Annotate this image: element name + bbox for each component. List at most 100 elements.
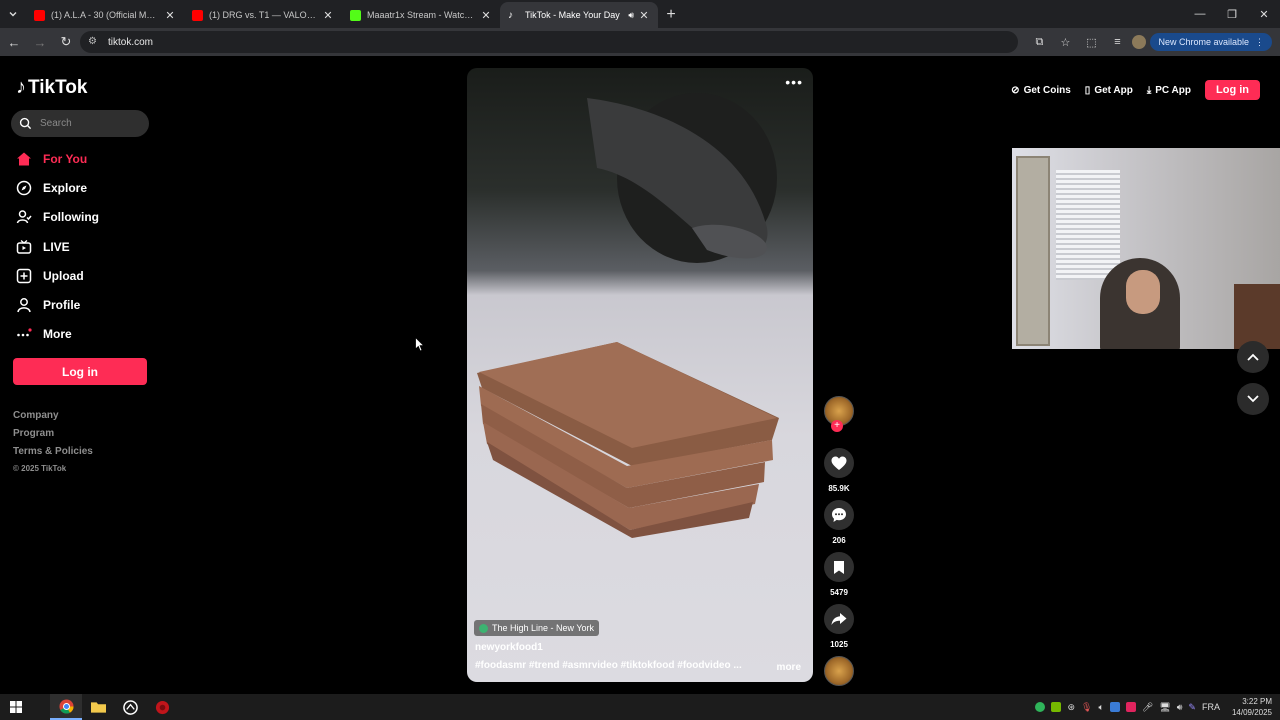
os-taskbar: ⊛ 🎙︎ 🔈︎ 🎤︎ 🖥︎ 🔊︎ ✎ FRA 3:22 PM 14/09/202… (0, 694, 1280, 720)
save-action: 5479 (822, 552, 856, 604)
browser-tab-0[interactable]: (1) A.L.A - 30 (Official Music Vid ✕ (26, 2, 184, 28)
extensions-icon[interactable]: ⬚ (1080, 31, 1102, 53)
tiktok-logo[interactable]: ♪ TikTok (16, 76, 87, 99)
tray-speaker-icon[interactable]: 🔊︎ (1177, 702, 1183, 713)
share-button[interactable] (824, 604, 854, 634)
chrome-taskbar-icon[interactable] (50, 694, 82, 720)
tray-mic-icon[interactable]: 🎙︎ (1081, 702, 1092, 713)
sidebar-item-explore[interactable]: Explore (15, 173, 155, 202)
video-hashtags[interactable]: #foodasmr #trend #asmrvideo #tiktokfood … (475, 660, 745, 671)
location-tag[interactable]: The High Line - New York (474, 620, 600, 636)
media-controls-icon[interactable]: ≡ (1106, 31, 1128, 53)
sidebar-item-more[interactable]: More (15, 320, 155, 349)
tray-record-icon[interactable] (1125, 702, 1136, 712)
new-tab-button[interactable]: + (658, 2, 684, 28)
video-author[interactable]: newyorkfood1 (475, 642, 543, 653)
url-text: tiktok.com (108, 36, 154, 48)
browser-tab-1[interactable]: (1) DRG vs. T1 — VALORANT Ch ✕ (184, 2, 342, 28)
caption-more-button[interactable]: more (777, 662, 801, 673)
search-icon (19, 117, 32, 130)
profile-avatar[interactable] (1132, 35, 1147, 49)
restore-icon[interactable]: ❐ (1216, 0, 1248, 28)
webcam-window-blinds (1056, 170, 1120, 280)
sidebar-item-profile[interactable]: Profile (15, 290, 155, 319)
search-input[interactable] (38, 117, 138, 130)
pc-app-label: PC App (1155, 84, 1191, 96)
tray-app-icon[interactable] (1035, 702, 1046, 712)
get-coins-link[interactable]: ⊘ Get Coins (1011, 85, 1071, 96)
tray-nvidia-icon[interactable] (1051, 702, 1062, 712)
sidebar-item-label: LIVE (43, 239, 70, 254)
input-language[interactable]: FRA (1202, 702, 1220, 712)
footer-link-terms[interactable]: Terms & Policies (13, 446, 93, 464)
tab-title: (1) A.L.A - 30 (Official Music Vid (51, 10, 160, 20)
chevron-down-icon (9, 12, 17, 17)
live-icon (15, 238, 33, 256)
mouse-cursor-icon (415, 337, 425, 352)
search-box[interactable] (11, 110, 149, 137)
clock-date: 14/09/2025 (1231, 708, 1272, 717)
browser-tab-3[interactable]: ♪ TikTok - Make Your Day 🔊︎ ✕ (500, 2, 658, 28)
save-button[interactable] (824, 552, 854, 582)
sidebar-item-upload[interactable]: Upload (15, 261, 155, 290)
follow-plus-icon[interactable]: + (831, 420, 843, 432)
sidebar-item-label: Upload (43, 268, 84, 283)
sidebar-item-following[interactable]: Following (15, 203, 155, 232)
browser-tab-2[interactable]: Maaatr1x Stream - Watch Live o ✕ (342, 2, 500, 28)
like-action: 85.9K (822, 448, 856, 500)
reload-icon[interactable]: ↻ (54, 30, 78, 54)
footer-link-company[interactable]: Company (13, 410, 93, 428)
chevron-up-icon (1247, 353, 1259, 361)
tray-app2-icon[interactable] (1109, 702, 1120, 712)
file-explorer-icon[interactable] (82, 694, 114, 720)
tray-pen-icon[interactable]: ✎ (1188, 702, 1196, 713)
get-app-link[interactable]: ▯ Get App (1085, 85, 1133, 96)
clock[interactable]: 3:22 PM 14/09/2025 (1232, 696, 1272, 718)
tray-network-icon[interactable]: 🖥︎ (1159, 702, 1170, 713)
footer-link-program[interactable]: Program (13, 428, 93, 446)
close-window-icon[interactable]: ✕ (1248, 0, 1280, 28)
comment-button[interactable] (824, 500, 854, 530)
close-icon[interactable]: ✕ (638, 9, 650, 22)
header-login-button[interactable]: Log in (1205, 80, 1260, 100)
sidebar-login-button[interactable]: Log in (13, 358, 147, 385)
tray-mic2-icon[interactable]: 🎤︎ (1142, 702, 1153, 713)
tab-search-button[interactable] (0, 0, 26, 28)
video-options-icon[interactable]: ••• (785, 74, 803, 90)
creator-avatar-wrap: + (822, 396, 856, 448)
tray-steam-icon[interactable]: ⊛ (1067, 702, 1075, 713)
location-pin-icon (479, 623, 488, 633)
video-player[interactable]: ••• The High Line - New York newyorkfood… (467, 68, 813, 682)
phone-icon: ▯ (1084, 84, 1091, 96)
sidebar-item-live[interactable]: LIVE (15, 232, 155, 261)
tray-volume-icon[interactable]: 🔈︎ (1098, 702, 1103, 713)
bookmark-star-icon[interactable]: ☆ (1054, 31, 1076, 53)
site-info-icon[interactable]: ⚙︎ (88, 36, 100, 48)
app-icon-red[interactable] (146, 694, 178, 720)
app-icon-circle[interactable] (114, 694, 146, 720)
pc-app-link[interactable]: ⤓ PC App (1147, 85, 1191, 96)
address-bar[interactable]: ⚙︎ tiktok.com (80, 31, 1018, 53)
like-count: 85.9K (828, 484, 850, 493)
more-icon (15, 325, 33, 343)
install-app-icon[interactable]: ⧉ (1028, 31, 1050, 53)
forward-icon[interactable]: → (28, 30, 52, 54)
close-icon[interactable]: ✕ (164, 9, 176, 22)
minimize-icon[interactable]: — (1184, 0, 1216, 28)
sidebar-item-for-you[interactable]: For You (15, 144, 155, 173)
speaker-icon[interactable]: 🔊︎ (628, 10, 634, 21)
music-disc-icon[interactable] (824, 656, 854, 686)
next-video-button[interactable] (1237, 383, 1269, 415)
youtube-icon (192, 9, 203, 21)
close-icon[interactable]: ✕ (480, 9, 492, 22)
kebab-menu-icon: ⋮ (1255, 36, 1264, 47)
windows-start-icon[interactable] (0, 694, 32, 720)
copyright-text: © 2025 TikTok (13, 464, 67, 473)
previous-video-button[interactable] (1237, 341, 1269, 373)
new-chrome-available-button[interactable]: New Chrome available ⋮ (1150, 33, 1272, 51)
sidebar-item-label: For You (43, 151, 88, 166)
like-button[interactable] (824, 448, 854, 478)
close-icon[interactable]: ✕ (322, 9, 334, 22)
back-icon[interactable]: ← (2, 30, 26, 54)
webcam-overlay (1012, 148, 1280, 349)
